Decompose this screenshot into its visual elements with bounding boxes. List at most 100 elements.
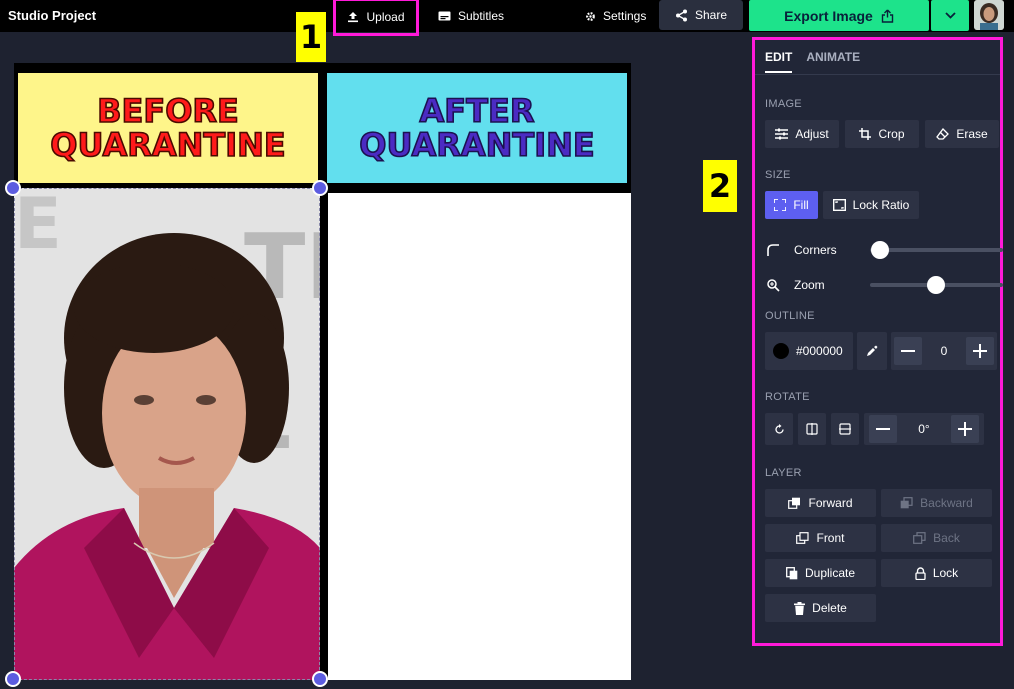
edit-panel: EDIT ANIMATE IMAGE Adjust Crop Erase SIZ…: [752, 37, 1003, 646]
duplicate-label: Duplicate: [804, 566, 856, 580]
lock-icon: [915, 566, 926, 580]
front-label: Front: [816, 531, 845, 545]
image-section-label: IMAGE: [765, 98, 802, 110]
plus-icon[interactable]: [966, 337, 994, 365]
minus-icon[interactable]: [894, 337, 922, 365]
forward-button[interactable]: Forward: [765, 489, 876, 517]
expand-icon: [774, 199, 787, 211]
zoom-label: Zoom: [794, 278, 825, 292]
rotate-icon: [774, 423, 785, 435]
subtitles-button[interactable]: Subtitles: [438, 0, 504, 32]
crop-icon: [859, 128, 872, 140]
back-button[interactable]: Back: [881, 524, 992, 552]
subtitles-label: Subtitles: [458, 9, 505, 23]
delete-label: Delete: [812, 601, 847, 615]
share-button[interactable]: Share: [659, 0, 743, 30]
zoom-row: Zoom: [765, 278, 825, 292]
flip-vertical-button[interactable]: [831, 413, 859, 445]
lock-ratio-label: Lock Ratio: [852, 198, 910, 212]
outline-color-button[interactable]: #000000: [765, 332, 853, 370]
zoom-slider-knob[interactable]: [927, 276, 945, 294]
erase-label: Erase: [956, 127, 988, 141]
top-bar: Studio Project Upload Subtitles Settings…: [0, 0, 1014, 36]
back-label: Back: [933, 531, 960, 545]
avatar[interactable]: [974, 0, 1004, 30]
lock-button[interactable]: Lock: [881, 559, 992, 587]
export-options-button[interactable]: [931, 0, 969, 31]
settings-label: Settings: [603, 9, 647, 23]
flip-horizontal-button[interactable]: [798, 413, 826, 445]
share-icon: [675, 9, 688, 22]
backward-label: Backward: [920, 496, 973, 510]
corners-label: Corners: [794, 243, 837, 257]
crop-label: Crop: [878, 127, 905, 141]
resize-handle-top-right[interactable]: [312, 180, 328, 196]
annotation-marker-1: 1: [296, 12, 326, 62]
lock-ratio-button[interactable]: Lock Ratio: [823, 191, 919, 219]
outline-width-stepper[interactable]: 0: [891, 332, 997, 370]
corners-slider-knob[interactable]: [871, 241, 889, 259]
adjust-label: Adjust: [795, 127, 829, 141]
duplicate-button[interactable]: Duplicate: [765, 559, 876, 587]
resize-handle-bottom-right[interactable]: [312, 671, 328, 687]
rotate-angle-stepper[interactable]: 0°: [864, 413, 984, 445]
portrait-photo[interactable]: TE E E: [14, 188, 320, 680]
bring-to-front-icon: [796, 532, 810, 544]
export-image-button[interactable]: Export Image: [749, 0, 929, 31]
empty-image-cell[interactable]: [328, 193, 631, 680]
resize-handle-bottom-left[interactable]: [5, 671, 21, 687]
bring-forward-icon: [788, 497, 801, 509]
sliders-icon: [775, 128, 789, 140]
rotate-section-label: ROTATE: [765, 391, 810, 403]
lock-label: Lock: [932, 566, 959, 580]
upload-button[interactable]: Upload: [333, 0, 419, 36]
rotate-button[interactable]: [765, 413, 793, 445]
outline-width-value[interactable]: 0: [929, 344, 959, 358]
corner-icon: [765, 244, 781, 256]
trash-icon: [794, 601, 806, 615]
fill-button[interactable]: Fill: [765, 191, 818, 219]
duplicate-icon: [786, 566, 798, 580]
settings-button[interactable]: Settings: [585, 0, 646, 32]
design-canvas[interactable]: Before Quarantine After Quarantine TE E …: [14, 63, 631, 680]
send-to-back-icon: [913, 532, 926, 544]
upload-icon: [347, 11, 359, 23]
forward-label: Forward: [808, 496, 853, 510]
outline-color-swatch: [773, 343, 789, 359]
flip-horizontal-icon: [806, 423, 818, 435]
aspect-ratio-icon: [832, 199, 846, 211]
crop-button[interactable]: Crop: [845, 120, 919, 148]
front-button[interactable]: Front: [765, 524, 876, 552]
plus-icon[interactable]: [951, 415, 979, 443]
send-backward-icon: [900, 497, 913, 509]
tab-edit[interactable]: EDIT: [765, 50, 793, 73]
before-quarantine-title[interactable]: Before Quarantine: [18, 73, 318, 183]
corners-slider-track[interactable]: [870, 248, 1003, 252]
after-quarantine-title[interactable]: After Quarantine: [327, 73, 627, 183]
eyedropper-icon: [866, 345, 878, 357]
resize-handle-top-left[interactable]: [5, 180, 21, 196]
erase-button[interactable]: Erase: [925, 120, 999, 148]
svg-text:E: E: [14, 188, 62, 265]
rotate-angle-value[interactable]: 0°: [904, 422, 944, 436]
backward-button[interactable]: Backward: [881, 489, 992, 517]
layer-section-label: LAYER: [765, 467, 802, 479]
zoom-icon: [765, 278, 781, 292]
tab-divider: [755, 74, 1000, 75]
share-label: Share: [694, 8, 728, 22]
chevron-down-icon: [944, 12, 956, 19]
flip-vertical-icon: [839, 423, 851, 435]
adjust-button[interactable]: Adjust: [765, 120, 839, 148]
project-title[interactable]: Studio Project: [8, 8, 96, 23]
tab-animate[interactable]: ANIMATE: [806, 50, 860, 73]
export-label: Export Image: [784, 7, 873, 24]
upload-label: Upload: [366, 10, 405, 24]
eyedropper-button[interactable]: [857, 332, 887, 370]
export-icon: [881, 9, 894, 23]
delete-button[interactable]: Delete: [765, 594, 876, 622]
subtitles-icon: [438, 11, 451, 21]
eraser-icon: [936, 128, 950, 140]
panel-tabs: EDIT ANIMATE: [765, 50, 860, 73]
minus-icon[interactable]: [869, 415, 897, 443]
corners-row: Corners: [765, 243, 837, 257]
